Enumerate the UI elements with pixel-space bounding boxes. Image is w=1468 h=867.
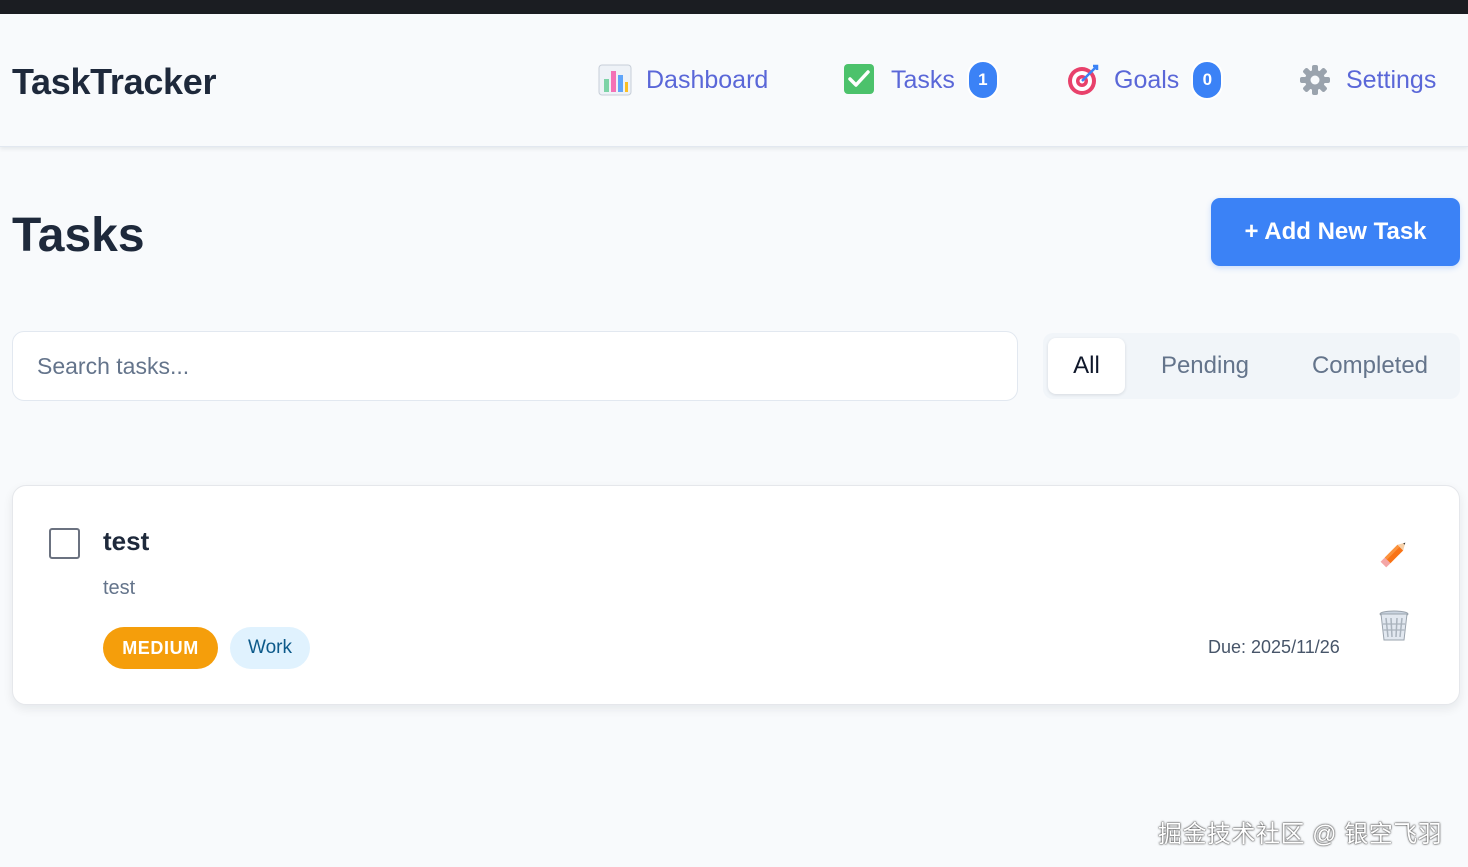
nav-tasks-label: Tasks: [891, 65, 955, 94]
bar-chart-icon: [598, 63, 632, 97]
add-new-task-button[interactable]: + Add New Task: [1211, 198, 1460, 266]
search-input[interactable]: [12, 331, 1018, 401]
page-title: Tasks: [12, 209, 145, 262]
watermark-text: 掘金技术社区 @ 银空飞羽: [1158, 821, 1443, 848]
goals-count-badge: 0: [1191, 60, 1224, 100]
target-icon: [1066, 63, 1100, 97]
tasks-count-badge: 1: [966, 60, 999, 100]
status-filter-tabs: All Pending Completed: [1043, 333, 1460, 399]
check-mark-icon: [843, 63, 877, 97]
pencil-icon: [1375, 542, 1413, 577]
priority-badge: MEDIUM: [103, 627, 218, 669]
nav-goals[interactable]: Goals 0: [1066, 58, 1224, 102]
nav-dashboard[interactable]: Dashboard: [598, 58, 768, 102]
nav-tasks[interactable]: Tasks 1: [843, 58, 999, 102]
nav-settings[interactable]: Settings: [1298, 58, 1436, 102]
task-due-date: Due: 2025/11/26: [1208, 637, 1340, 657]
task-card: test test MEDIUM Work Due: 2025/11/26: [12, 485, 1460, 705]
app-header: TaskTracker Dashboard Tasks 1 Goals 0 Se…: [0, 14, 1468, 147]
trash-icon: [1375, 610, 1413, 648]
filter-tab-completed[interactable]: Completed: [1285, 338, 1455, 394]
filter-tab-all[interactable]: All: [1048, 338, 1125, 394]
app-logo[interactable]: TaskTracker: [12, 61, 217, 103]
filter-tab-pending[interactable]: Pending: [1130, 338, 1280, 394]
nav-dashboard-label: Dashboard: [646, 65, 769, 94]
window-top-bar: [0, 0, 1468, 14]
nav-goals-label: Goals: [1114, 65, 1180, 94]
category-badge: Work: [230, 627, 310, 669]
task-complete-checkbox[interactable]: [49, 528, 80, 559]
nav-settings-label: Settings: [1346, 65, 1437, 94]
task-title: test: [103, 526, 150, 556]
task-description: test: [103, 577, 136, 599]
delete-task-button[interactable]: [1375, 606, 1413, 644]
gear-icon: [1298, 63, 1332, 97]
edit-task-button[interactable]: [1375, 535, 1413, 573]
